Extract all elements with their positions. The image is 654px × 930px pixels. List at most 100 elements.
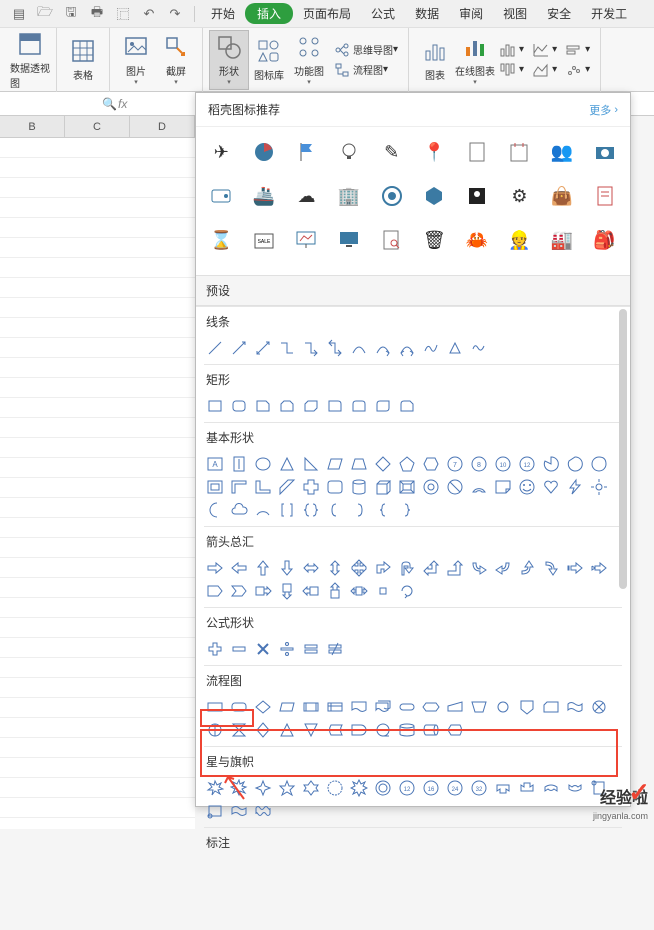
line-shape[interactable]	[204, 338, 225, 358]
star7-shape[interactable]	[324, 778, 345, 798]
elbow-double-shape[interactable]	[324, 338, 345, 358]
tab-formula[interactable]: 公式	[361, 5, 405, 22]
leftbrace-shape[interactable]	[372, 500, 393, 520]
fc-multidoc-shape[interactable]	[372, 697, 393, 717]
fc-preparation-shape[interactable]	[420, 697, 441, 717]
snip-diag-rect-shape[interactable]	[300, 396, 321, 416]
people-icon[interactable]: 👥	[545, 135, 579, 169]
flowchart-button[interactable]: 流程图 ▾	[333, 60, 398, 80]
chart-button[interactable]: 图表	[415, 30, 455, 90]
star10-shape[interactable]	[372, 778, 393, 798]
flag-icon[interactable]	[289, 135, 323, 169]
octagon-shape[interactable]: 8	[468, 454, 489, 474]
donut-shape[interactable]	[420, 477, 441, 497]
fc-diraccstore-shape[interactable]	[420, 720, 441, 740]
foldedcorner-shape[interactable]	[492, 477, 513, 497]
snip-round-rect-shape[interactable]	[396, 396, 417, 416]
folder-icon[interactable]: 🗁	[35, 4, 55, 24]
chart-mini-2[interactable]: ▾	[499, 60, 524, 80]
ribbon-curved-down-shape[interactable]	[564, 778, 585, 798]
fc-manualinput-shape[interactable]	[444, 697, 465, 717]
menu-icon[interactable]: ▤	[9, 4, 29, 24]
smiley-shape[interactable]	[516, 477, 537, 497]
print-icon[interactable]: 🖶	[87, 4, 107, 24]
fc-decision-shape[interactable]	[252, 697, 273, 717]
round-diag-rect-shape[interactable]	[372, 396, 393, 416]
hourglass-icon[interactable]: ⌛	[204, 223, 238, 257]
chart-mini-3[interactable]: ▾	[532, 40, 557, 60]
plus-shape[interactable]	[204, 639, 225, 659]
right-triangle-shape[interactable]	[300, 454, 321, 474]
tab-insert[interactable]: 插入	[245, 3, 293, 24]
star24-shape[interactable]: 24	[444, 778, 465, 798]
arrow-curved-down-shape[interactable]	[540, 558, 561, 578]
hex-icon[interactable]	[417, 179, 451, 213]
fc-offpage-shape[interactable]	[516, 697, 537, 717]
triangle-shape[interactable]	[276, 454, 297, 474]
tab-start[interactable]: 开始	[201, 5, 245, 22]
arrow-callout-r-shape[interactable]	[252, 581, 273, 601]
star16-shape[interactable]: 16	[420, 778, 441, 798]
lightbulb-icon[interactable]	[332, 135, 366, 169]
search-doc-icon[interactable]	[375, 223, 409, 257]
arrow-callout-l-shape[interactable]	[300, 581, 321, 601]
undo-icon[interactable]: ↶	[139, 4, 159, 24]
pentagon-shape[interactable]	[396, 454, 417, 474]
scribble-shape[interactable]	[468, 338, 489, 358]
chart-mini-5[interactable]: ▾	[565, 40, 590, 60]
ribbon-down-shape[interactable]	[516, 778, 537, 798]
arrow-uturn-shape[interactable]	[396, 558, 417, 578]
diamond-shape[interactable]	[372, 454, 393, 474]
fc-sumjunction-shape[interactable]	[588, 697, 609, 717]
hexagon-shape[interactable]	[420, 454, 441, 474]
fc-card-shape[interactable]	[540, 697, 561, 717]
preview-icon[interactable]: ⿸	[113, 4, 133, 24]
tab-security[interactable]: 安全	[537, 5, 581, 22]
arrow-right-shape[interactable]	[204, 558, 225, 578]
divide-shape[interactable]	[276, 639, 297, 659]
blockarc-shape[interactable]	[468, 477, 489, 497]
pin-icon[interactable]: 📍	[417, 135, 451, 169]
worker-icon[interactable]: 👷	[502, 223, 536, 257]
chord-shape[interactable]	[564, 454, 585, 474]
piechart-icon[interactable]	[247, 135, 281, 169]
pie-shape[interactable]	[540, 454, 561, 474]
closed-freeform-shape[interactable]	[444, 338, 465, 358]
fc-internal-shape[interactable]	[324, 697, 345, 717]
rightbracket-shape[interactable]	[348, 500, 369, 520]
vtextbox-shape[interactable]	[228, 454, 249, 474]
heptagon-shape[interactable]: 7	[444, 454, 465, 474]
tab-data[interactable]: 数据	[405, 5, 449, 22]
lightning-shape[interactable]	[564, 477, 585, 497]
fc-manualop-shape[interactable]	[468, 697, 489, 717]
arrow-callout-u-shape[interactable]	[324, 581, 345, 601]
gear-icon[interactable]: ⚙	[502, 179, 536, 213]
fc-storeddata-shape[interactable]	[324, 720, 345, 740]
decagon-shape[interactable]: 10	[492, 454, 513, 474]
cloud-icon[interactable]: ☁	[289, 179, 323, 213]
equal-shape[interactable]	[300, 639, 321, 659]
save-icon[interactable]: 🖫	[61, 4, 81, 24]
curve-double-shape[interactable]	[396, 338, 417, 358]
arrow-pentagon-shape[interactable]	[204, 581, 225, 601]
fc-process-shape[interactable]	[204, 697, 225, 717]
arrow-notched-shape[interactable]	[588, 558, 609, 578]
fc-display-shape[interactable]	[444, 720, 465, 740]
airplane-icon[interactable]: ✈	[204, 135, 238, 169]
tab-review[interactable]: 审阅	[449, 5, 493, 22]
col-b[interactable]: B	[0, 116, 65, 137]
cube-shape[interactable]	[372, 477, 393, 497]
noentry-shape[interactable]	[444, 477, 465, 497]
chart-mini-6[interactable]: ▾	[565, 60, 590, 80]
fc-data-shape[interactable]	[276, 697, 297, 717]
fc-extract-shape[interactable]	[276, 720, 297, 740]
elbow-arrow-shape[interactable]	[300, 338, 321, 358]
camera-icon[interactable]	[588, 135, 622, 169]
note-icon[interactable]	[502, 135, 536, 169]
wallet-icon[interactable]	[204, 179, 238, 213]
fc-sort-shape[interactable]	[252, 720, 273, 740]
document-icon[interactable]	[460, 135, 494, 169]
ribbon-curved-up-shape[interactable]	[540, 778, 561, 798]
fc-predef-shape[interactable]	[300, 697, 321, 717]
bag-icon[interactable]: 👜	[545, 179, 579, 213]
